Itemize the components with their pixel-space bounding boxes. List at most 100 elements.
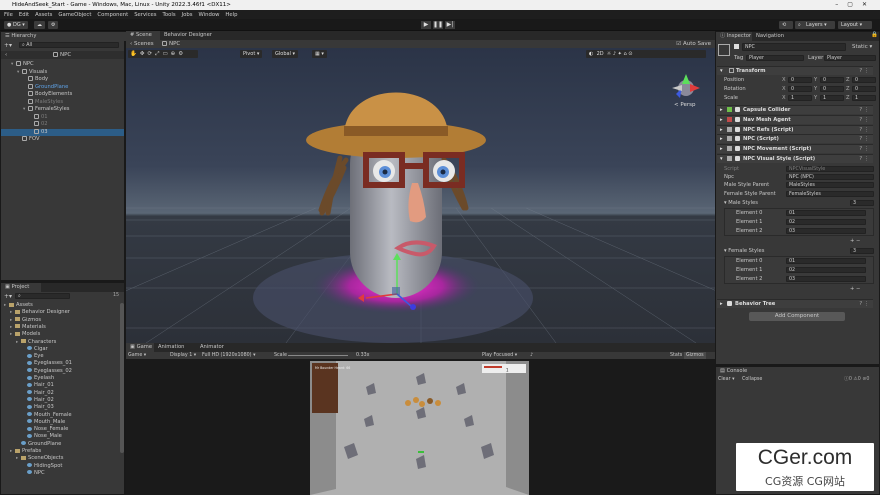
window-controls[interactable]: –▢✕ [835,1,876,8]
layer-dropdown[interactable]: Player [824,55,876,61]
project-row[interactable]: ▸ Materials [1,324,119,331]
component-enabled-checkbox[interactable] [735,116,740,122]
project-row[interactable]: ▸ Characters [1,339,119,346]
component-header[interactable]: ▾ NPC Visual Style (Script) ? ⋮ [717,154,873,163]
scale-slider[interactable] [288,355,348,356]
project-row[interactable]: Eye [1,353,119,360]
console-collapse-button[interactable]: Collapse [742,376,762,384]
object-reference-field[interactable]: MaleStyles [786,182,874,189]
project-row[interactable]: Mouth_Female [1,412,119,419]
transform-y-field[interactable]: 1 [820,95,844,101]
menu-jobs[interactable]: Jobs [182,12,193,18]
transform-z-field[interactable]: 0 [852,86,876,92]
tab-game[interactable]: ▣ Game [126,343,154,352]
hierarchy-row[interactable]: ▾ Visuals [1,68,124,76]
menu-component[interactable]: Component [97,12,128,18]
transform-x-field[interactable]: 1 [788,95,812,101]
orientation-gizmo[interactable] [672,74,700,98]
add-component-button[interactable]: Add Component [749,312,845,321]
project-row[interactable]: ▸ Assets [1,302,119,309]
list-element-field[interactable]: 01 [786,258,866,264]
cloud-button[interactable]: ☁ [34,21,45,29]
tab-animation[interactable]: Animation [154,343,196,352]
tag-dropdown[interactable]: Player [746,55,804,61]
pivot-dropdown[interactable]: Pivot ▾ [240,50,263,58]
account-button[interactable]: ● DG ▾ [4,21,28,29]
hierarchy-row[interactable]: ▾ FemaleStyles [1,106,124,113]
behavior-tree-header[interactable]: ▸ Behavior Tree? ⋮ [717,299,873,308]
component-menu-icon[interactable]: ? ⋮ [859,145,869,154]
hierarchy-row[interactable]: ▾ NPC [1,61,124,68]
project-row[interactable]: Nose_Female [1,426,119,433]
object-reference-field[interactable]: NPCVisualStyle [786,166,874,172]
tool-strip[interactable]: ✋✥⟳⤢▭⊕⚙ [128,50,198,58]
project-row[interactable]: Hair_03 [1,404,119,411]
project-row[interactable]: Nose_Male [1,433,119,440]
hierarchy-row[interactable]: MaleStyles [1,98,124,106]
project-row[interactable]: GroundPlane [1,441,119,448]
transform-header[interactable]: ▾ Transform? ⋮ [717,66,873,75]
project-row[interactable]: Cigar [1,346,119,353]
tab-inspector[interactable]: ⓘ Inspector [716,32,752,41]
component-menu-icon[interactable]: ? ⋮ [859,116,869,125]
console-clear-button[interactable]: Clear ▾ [718,376,734,384]
layers-dropdown[interactable]: Layers ▾ [803,21,835,29]
tab-behavior-designer[interactable]: Behavior Designer [160,31,220,40]
transform-z-field[interactable]: 1 [852,95,876,101]
list-element-field[interactable]: 02 [786,219,866,225]
project-scrollbar[interactable] [120,303,124,453]
project-row[interactable]: ▸ SceneObjects [1,455,119,462]
project-tab[interactable]: ▣ Project [1,283,41,292]
game-mode-dropdown[interactable]: Game ▾ [128,352,146,359]
component-header[interactable]: ▸ Capsule Collider ? ⋮ [717,105,873,114]
scenes-breadcrumb[interactable]: ‹ Scenes [130,40,154,48]
display-dropdown[interactable]: Display 1 ▾ [170,352,196,359]
global-dropdown[interactable]: Global ▾ [272,50,299,58]
project-row[interactable]: NPC [1,470,119,477]
hat[interactable] [306,92,486,159]
menu-edit[interactable]: Edit [19,12,29,18]
step-button[interactable]: ▶| [445,21,455,29]
project-row[interactable]: ▸ Gizmos [1,317,119,324]
active-checkbox[interactable] [734,44,739,49]
pause-button[interactable]: ❚❚ [433,21,443,29]
history-button[interactable]: ⟲ [779,21,793,29]
component-header[interactable]: ▸ NPC Movement (Script) ? ⋮ [717,144,873,154]
project-row[interactable]: Mouth_Male [1,419,119,426]
project-row[interactable]: ▸ Behavior Designer [1,309,119,316]
transform-y-field[interactable]: 0 [820,86,844,92]
list-add-remove-buttons[interactable]: + − [850,237,860,245]
back-arrow-icon[interactable]: ‹ [5,52,7,58]
component-menu-icon[interactable]: ? ⋮ [859,106,869,115]
menu-services[interactable]: Services [134,12,156,18]
list-add-remove-buttons[interactable]: + − [850,285,860,293]
hierarchy-search[interactable]: ⌕ All [19,42,119,48]
list-size-field[interactable]: 3 [850,248,874,254]
tab-scene[interactable]: # Scene [126,31,160,40]
component-menu-icon[interactable]: ? ⋮ [859,126,869,135]
scene-view-options[interactable]: ◐ 2D ☼ ♪ ✦ ⌂ ⊙ [586,50,706,58]
list-size-field[interactable]: 3 [850,200,874,206]
create-asset-button[interactable]: +▾ [4,293,12,300]
object-reference-field[interactable]: FemaleStyles [786,190,874,197]
list-element-field[interactable]: 03 [786,228,866,234]
play-focused-dropdown[interactable]: Play Focused ▾ [482,352,517,359]
component-enabled-checkbox[interactable] [735,146,740,152]
project-row[interactable]: Hair_01 [1,382,119,389]
component-enabled-checkbox[interactable] [735,107,740,112]
collab-button[interactable]: ⚙ [48,21,59,29]
add-object-button[interactable]: +▾ [4,42,12,49]
persp-label[interactable]: < Persp [674,102,696,108]
project-row[interactable]: Eyelash [1,375,119,382]
project-row[interactable]: HidingSpot [1,463,119,470]
auto-save-toggle[interactable]: ☑ Auto Save [676,40,711,48]
hierarchy-tab[interactable]: ☰ Hierarchy [1,32,126,41]
hierarchy-row[interactable]: 03 [1,128,124,136]
play-button[interactable]: ▶ [421,21,431,29]
stats-button[interactable]: Stats [670,352,682,359]
menu-window[interactable]: Window [199,12,220,18]
game-view[interactable]: Mr Bounder Heard: 66 1 [126,359,715,495]
component-menu-icon[interactable]: ? ⋮ [859,67,869,76]
list-element-field[interactable]: 01 [786,210,866,216]
project-row[interactable]: Eyeglasses_01 [1,360,119,367]
